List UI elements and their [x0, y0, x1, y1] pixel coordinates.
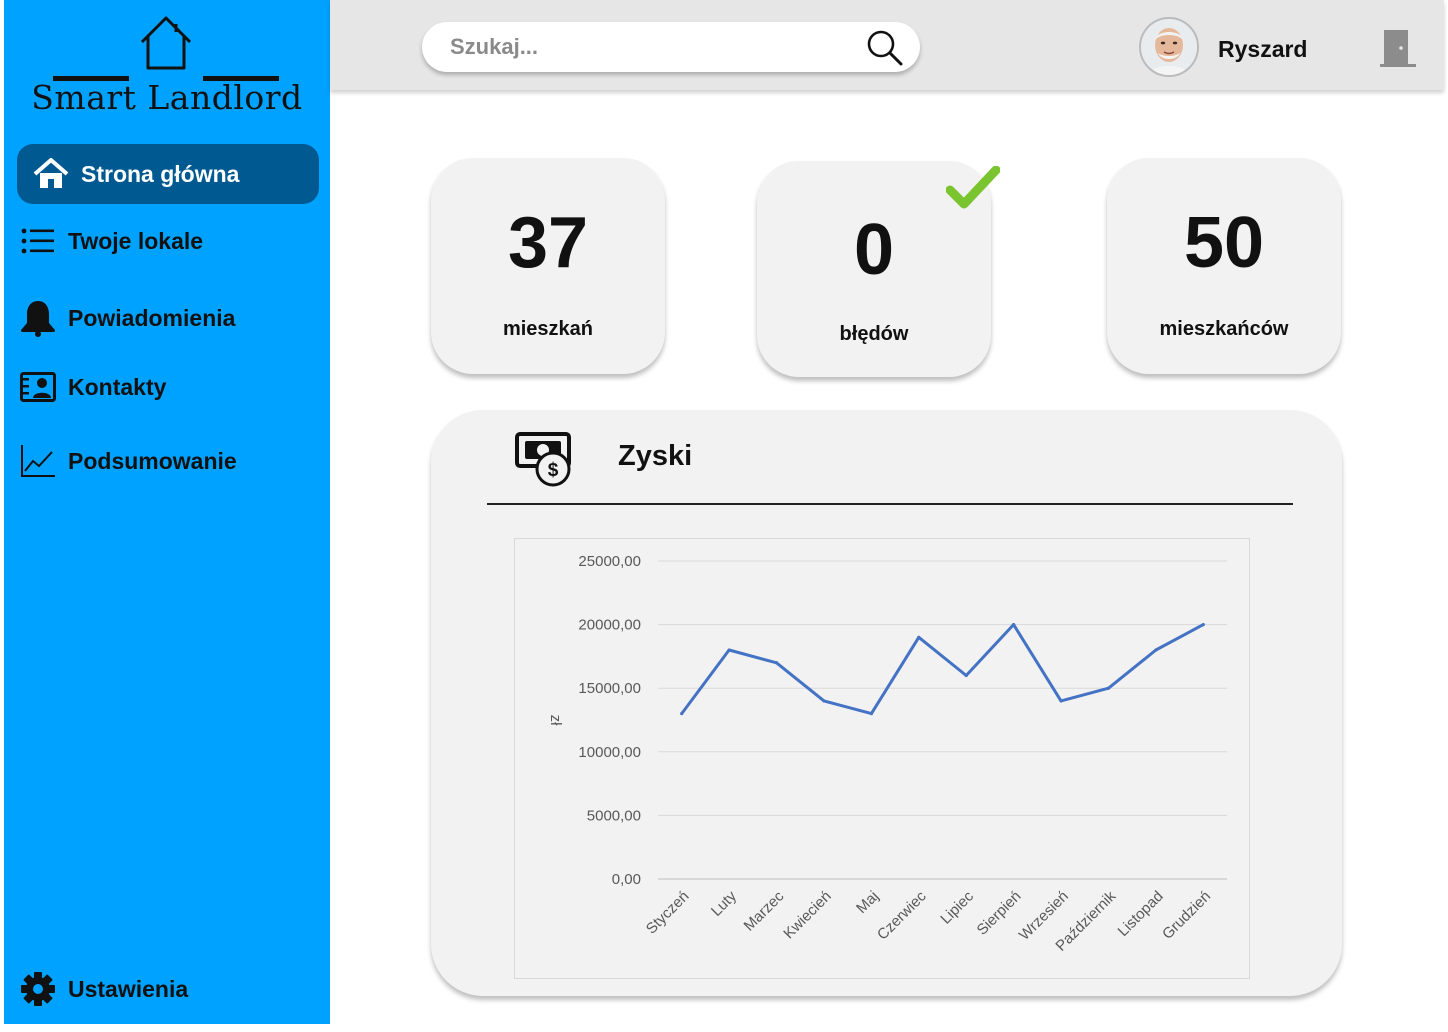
y-tick-label: 5000,00	[587, 807, 641, 824]
x-tick-label: Styczeń	[643, 888, 693, 938]
x-tick-label: Kwiecień	[780, 888, 834, 942]
profit-chart: 0,00 5000,00 10000,00 15000,00 20000,00 25000…	[514, 538, 1250, 979]
sidebar-item-powiadomienia[interactable]: Powiadomienia	[18, 289, 320, 347]
stat-label: mieszkańców	[1159, 318, 1289, 340]
x-tick-label: Maj	[853, 888, 882, 917]
search-input[interactable]	[450, 32, 850, 62]
y-axis-label: zł	[547, 715, 564, 727]
data-point	[1059, 699, 1063, 703]
sidebar-item-twoje-lokale[interactable]: Twoje lokale	[18, 212, 320, 270]
y-tick-label: 0,00	[612, 871, 641, 888]
house-logo-icon	[140, 16, 192, 70]
data-point	[1154, 648, 1158, 652]
chart-icon	[18, 441, 58, 481]
stat-value: 37	[507, 203, 589, 283]
sidebar-item-label: Twoje lokale	[68, 227, 204, 254]
home-icon	[31, 154, 71, 194]
data-point	[774, 661, 779, 665]
sidebar-item-label: Strona główna	[81, 160, 240, 187]
x-tick-label: Czerwiec	[874, 887, 930, 943]
data-point	[869, 712, 873, 716]
sidebar-item-label: Podsumowanie	[68, 447, 237, 474]
sidebar-item-podsumowanie[interactable]: Podsumowanie	[18, 432, 320, 490]
data-point	[964, 673, 968, 678]
data-point	[822, 699, 826, 703]
y-tick-label: 20000,00	[578, 617, 641, 634]
y-tick-label: 15000,00	[578, 680, 641, 697]
series-line	[680, 623, 1205, 716]
user-photo	[1141, 19, 1197, 75]
search-icon[interactable]	[866, 29, 904, 67]
x-tick-label: Luty	[708, 887, 740, 919]
x-tick-label: Lipiec	[937, 887, 977, 927]
bell-icon	[18, 298, 58, 338]
panel-title: Zyski	[618, 440, 693, 472]
divider	[487, 503, 1293, 505]
sidebar-item-label: Ustawienia	[68, 975, 189, 1002]
sidebar: Smart Landlord Strona główna Twoje lokal…	[4, 0, 330, 1024]
list-icon	[18, 221, 58, 261]
data-point	[917, 635, 921, 639]
profit-panel: $ Zyski 0,00 5000,00 10000,00 15000,00 20000…	[431, 410, 1342, 996]
x-tick-label: Listopad	[1115, 888, 1167, 940]
sidebar-item-label: Kontakty	[68, 373, 167, 400]
contacts-icon	[18, 367, 58, 407]
sidebar-item-label: Powiadomienia	[68, 304, 236, 331]
stat-value: 50	[1183, 203, 1265, 283]
door-icon[interactable]	[1380, 28, 1416, 68]
line-chart: 0,00 5000,00 10000,00 15000,00 20000,00 25000…	[547, 553, 1227, 955]
data-point	[1201, 623, 1205, 627]
sidebar-item-ustawienia[interactable]: Ustawienia	[18, 960, 320, 1018]
logo-text: Smart Landlord	[31, 78, 303, 117]
data-point	[680, 712, 684, 716]
username[interactable]: Ryszard	[1218, 36, 1307, 63]
avatar[interactable]	[1139, 17, 1199, 77]
data-point	[1106, 686, 1111, 690]
gear-icon	[18, 969, 58, 1009]
stat-label: błędów	[839, 323, 909, 345]
money-icon: $	[515, 432, 571, 487]
sidebar-item-kontakty[interactable]: Kontakty	[18, 358, 320, 416]
y-tick-label: 10000,00	[578, 744, 641, 761]
data-point	[1012, 623, 1016, 627]
data-point	[727, 648, 731, 652]
top-bar: Ryszard	[330, 0, 1444, 90]
x-tick-label: Grudzień	[1159, 888, 1214, 943]
logo[interactable]: Smart Landlord	[4, 12, 330, 122]
svg-text:$: $	[548, 460, 559, 481]
stat-label: mieszkań	[502, 318, 594, 340]
sidebar-item-home[interactable]: Strona główna	[17, 144, 319, 204]
stat-card-residents: 50 mieszkańców	[1107, 158, 1341, 374]
search-box[interactable]	[422, 22, 920, 72]
stat-card-apartments: 37 mieszkań	[431, 158, 665, 374]
check-icon	[946, 166, 1000, 209]
stat-value: 0	[853, 210, 895, 290]
y-tick-label: 25000,00	[578, 553, 641, 570]
x-tick-label: Marzec	[741, 887, 788, 934]
